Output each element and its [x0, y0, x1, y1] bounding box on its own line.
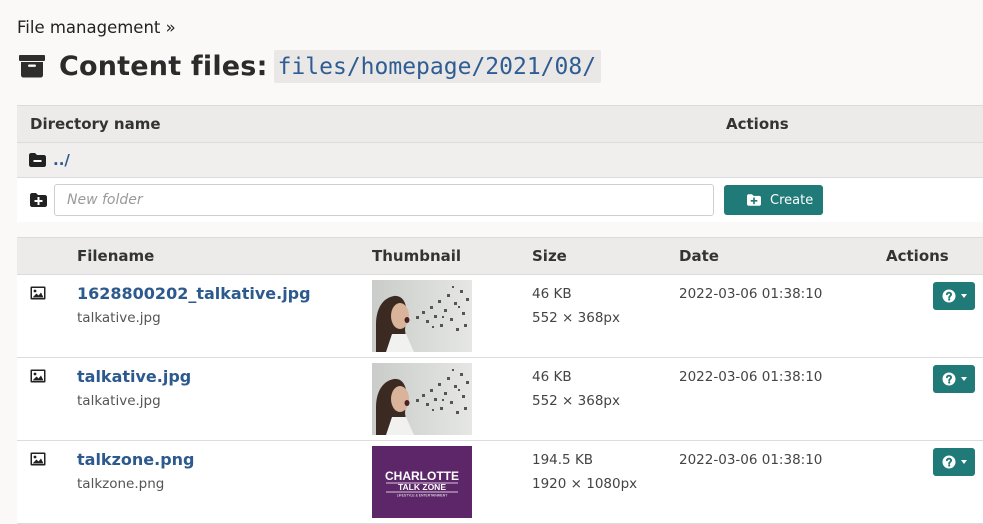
new-folder-row: Create	[17, 178, 983, 222]
page-title: Content files: files/homepage/2021/08/	[19, 46, 602, 86]
create-button-label: Create	[770, 192, 814, 208]
file-actions-button[interactable]	[933, 282, 975, 310]
file-size: 194.5 KB	[532, 452, 594, 468]
breadcrumb[interactable]: File management »	[17, 18, 176, 37]
col-size: Size	[532, 247, 567, 265]
logo-line-3: LIFESTYLE & ENTERTAINMENT	[397, 494, 448, 498]
col-thumbnail: Thumbnail	[372, 247, 462, 265]
folder-plus-icon	[30, 193, 47, 207]
file-name-link[interactable]: talkzone.png	[77, 450, 195, 469]
file-size: 46 KB	[532, 369, 572, 385]
file-date: 2022-03-06 01:38:10	[679, 369, 823, 385]
thumbnail-image[interactable]	[372, 363, 472, 435]
chevron-down-icon	[960, 460, 967, 464]
image-icon	[30, 369, 46, 383]
file-date: 2022-03-06 01:38:10	[679, 286, 823, 302]
file-actions-button[interactable]	[933, 365, 975, 393]
file-dimensions: 552 × 368px	[532, 393, 620, 409]
file-size: 46 KB	[532, 286, 572, 302]
current-path: files/homepage/2021/08/	[273, 49, 602, 83]
folder-minus-icon	[29, 153, 46, 167]
col-filename: Filename	[77, 247, 155, 265]
files-table-header: Filename Thumbnail Size Date Actions	[17, 237, 983, 275]
archive-icon	[19, 55, 45, 78]
image-icon	[30, 286, 46, 300]
logo-line-1: CHARLOTTE	[385, 469, 459, 483]
file-actions-button[interactable]	[933, 448, 975, 476]
col-actions: Actions	[886, 247, 949, 265]
directory-table: Directory name Actions ../ Create	[17, 105, 983, 222]
col-actions: Actions	[726, 115, 789, 133]
file-original-name: talkative.jpg	[77, 393, 161, 409]
files-table: Filename Thumbnail Size Date Actions 162…	[17, 237, 983, 524]
file-name-link[interactable]: talkative.jpg	[77, 367, 191, 386]
col-directory-name: Directory name	[30, 115, 161, 133]
create-folder-button[interactable]: Create	[724, 185, 824, 215]
question-circle-icon	[942, 455, 956, 469]
thumbnail-image[interactable]	[372, 280, 472, 352]
col-date: Date	[679, 247, 719, 265]
image-icon	[30, 452, 46, 466]
logo-line-2: TALK ZONE	[398, 482, 446, 492]
file-dimensions: 552 × 368px	[532, 310, 620, 326]
file-dimensions: 1920 × 1080px	[532, 476, 638, 492]
parent-directory-link[interactable]: ../	[53, 151, 70, 169]
page-title-text: Content files:	[59, 50, 268, 82]
question-circle-icon	[942, 372, 956, 386]
table-row: 1628800202_talkative.jpg talkative.jpg 4…	[17, 275, 983, 358]
chevron-down-icon	[960, 294, 967, 298]
table-row: talkzone.png talkzone.png CHARLOTTE TALK…	[17, 441, 983, 524]
file-original-name: talkzone.png	[77, 476, 165, 492]
new-folder-input[interactable]	[54, 184, 714, 216]
chevron-down-icon	[960, 377, 967, 381]
file-original-name: talkative.jpg	[77, 310, 161, 326]
folder-plus-icon	[747, 194, 761, 206]
thumbnail-image[interactable]: CHARLOTTE TALK ZONE LIFESTYLE & ENTERTAI…	[372, 446, 472, 518]
file-name-link[interactable]: 1628800202_talkative.jpg	[77, 284, 311, 303]
question-circle-icon	[942, 289, 956, 303]
directory-table-header: Directory name Actions	[17, 105, 983, 143]
table-row: talkative.jpg talkative.jpg 46 KB 552 × …	[17, 358, 983, 441]
file-date: 2022-03-06 01:38:10	[679, 452, 823, 468]
parent-directory-row: ../	[17, 143, 983, 178]
